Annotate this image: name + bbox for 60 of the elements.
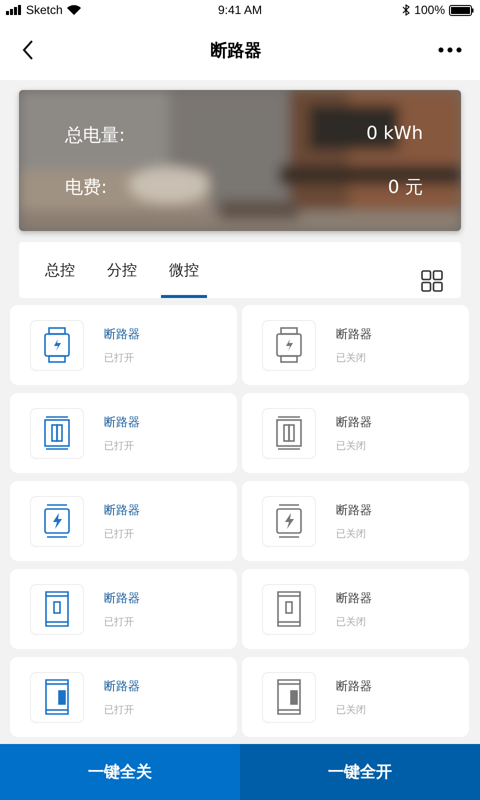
signal-icon xyxy=(6,5,22,15)
battery-text: 100% xyxy=(414,3,445,17)
action-button[interactable]: 一键全关 xyxy=(0,744,240,800)
more-icon xyxy=(438,47,462,53)
device-card[interactable]: 断路器 已打开 xyxy=(10,481,237,561)
action-button[interactable]: 一键全开 xyxy=(240,744,480,800)
device-status: 已关闭 xyxy=(336,616,367,628)
page-title: 断路器 xyxy=(210,40,262,62)
device-name: 断路器 xyxy=(104,326,140,342)
breaker-icon xyxy=(275,415,303,451)
device-name: 断路器 xyxy=(104,414,140,430)
device-name: 断路器 xyxy=(336,326,372,342)
back-icon xyxy=(22,40,34,60)
device-status: 已打开 xyxy=(104,440,135,452)
tab[interactable]: 分控 xyxy=(99,242,145,298)
device-card[interactable]: 断路器 已打开 xyxy=(10,657,237,737)
device-card[interactable]: 断路器 已打开 xyxy=(10,393,237,473)
battery-icon xyxy=(449,4,474,16)
breaker-icon xyxy=(43,415,71,451)
device-card[interactable]: 断路器 已打开 xyxy=(10,305,237,385)
device-status: 已打开 xyxy=(104,616,135,628)
carrier-text: Sketch xyxy=(26,3,63,17)
device-status: 已关闭 xyxy=(336,440,367,452)
device-status: 已关闭 xyxy=(336,352,367,364)
device-status: 已打开 xyxy=(104,704,135,716)
breaker-icon xyxy=(275,503,303,539)
device-card[interactable]: 断路器 已关闭 xyxy=(242,305,469,385)
bluetooth-icon xyxy=(402,4,410,16)
breaker-icon xyxy=(275,679,303,715)
device-name: 断路器 xyxy=(104,678,140,694)
device-card[interactable]: 断路器 已关闭 xyxy=(242,393,469,473)
breaker-icon xyxy=(43,327,71,363)
device-card[interactable]: 断路器 已关闭 xyxy=(242,481,469,561)
summary-value: 0 kWh xyxy=(366,122,423,146)
tab[interactable]: 微控 xyxy=(161,242,207,298)
device-name: 断路器 xyxy=(104,590,140,606)
breaker-icon xyxy=(275,591,303,627)
breaker-icon xyxy=(43,503,71,539)
device-card[interactable]: 断路器 已关闭 xyxy=(242,657,469,737)
breaker-icon xyxy=(275,327,303,363)
device-name: 断路器 xyxy=(336,590,372,606)
device-name: 断路器 xyxy=(336,414,372,430)
device-card[interactable]: 断路器 已关闭 xyxy=(242,569,469,649)
tab[interactable]: 总控 xyxy=(37,242,83,298)
device-name: 断路器 xyxy=(336,678,372,694)
device-status: 已关闭 xyxy=(336,528,367,540)
summary-label: 电费: xyxy=(65,176,108,198)
device-status: 已关闭 xyxy=(336,704,367,716)
device-name: 断路器 xyxy=(336,502,372,518)
device-status: 已打开 xyxy=(104,352,135,364)
summary-label: 总电量: xyxy=(65,124,126,146)
status-time: 9:41 AM xyxy=(218,3,262,17)
breaker-icon xyxy=(43,679,71,715)
device-status: 已打开 xyxy=(104,528,135,540)
wifi-icon xyxy=(66,5,81,15)
grid-icon xyxy=(421,270,443,292)
device-card[interactable]: 断路器 已打开 xyxy=(10,569,237,649)
breaker-icon xyxy=(43,591,71,627)
summary-value: 0 元 xyxy=(388,176,423,198)
device-name: 断路器 xyxy=(104,502,140,518)
